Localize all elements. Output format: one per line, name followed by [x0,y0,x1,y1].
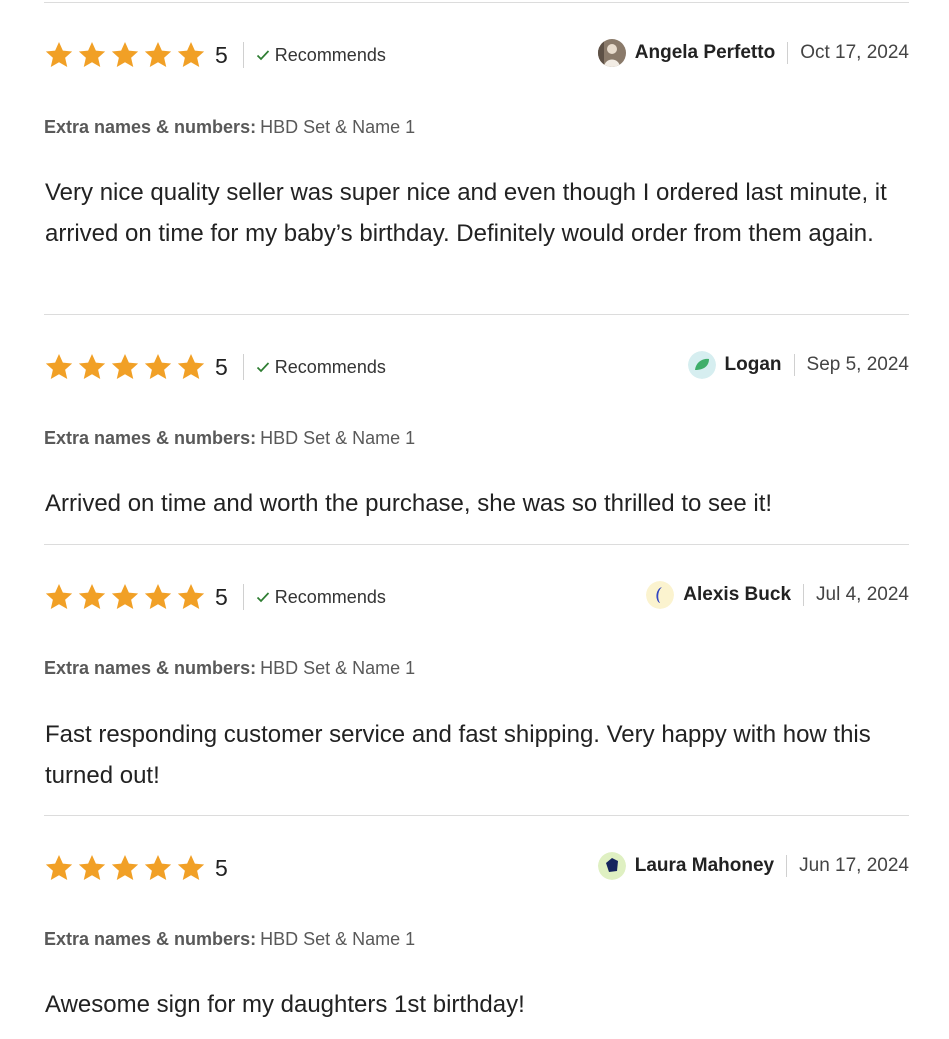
variation-value: HBD Set & Name 1 [260,658,416,678]
review-text: Fast responding customer service and fas… [45,721,871,789]
star-icon [176,352,206,382]
review-text: Awesome sign for my daughters 1st birthd… [45,991,525,1018]
rating-value: 5 [215,353,228,380]
stars [44,582,206,612]
recommends-label: Recommends [274,586,386,607]
variation-label: Extra names & numbers: [44,428,257,448]
star-icon [77,853,107,883]
recommends-badge: Recommends [255,357,386,378]
star-icon [77,582,107,612]
review-divider [44,815,909,816]
review-item: 5 Recommends Logan Sep 5, 2024 Extra nam… [44,351,909,545]
rating-value: 5 [215,41,228,68]
divider [786,855,788,877]
variation-info: Extra names & numbers: HBD Set & Name 1 [44,428,415,449]
review-date: Jun 17, 2024 [799,855,909,876]
variation-info: Extra names & numbers: HBD Set & Name 1 [44,658,415,679]
reviewer-name[interactable]: Alexis Buck [683,584,791,606]
review-meta: Logan Sep 5, 2024 [687,351,909,379]
star-icon [77,352,107,382]
star-icon [44,582,74,612]
variation-value: HBD Set & Name 1 [260,117,416,137]
divider [242,354,244,380]
review-divider [44,544,909,545]
recommends-label: Recommends [274,44,386,65]
check-icon [255,589,271,605]
reviewer-name[interactable]: Angela Perfetto [635,42,775,64]
star-icon [110,352,140,382]
top-divider [44,2,909,3]
review-divider [44,314,909,315]
stars [44,40,206,70]
check-icon [255,47,271,63]
review-date: Oct 17, 2024 [800,42,909,63]
star-icon [176,853,206,883]
star-icon [110,40,140,70]
reviewer-name[interactable]: Logan [725,354,782,376]
star-icon [143,853,173,883]
star-icon [143,40,173,70]
star-rating: 5 Recommends [44,351,386,383]
variation-value: HBD Set & Name 1 [260,929,416,949]
star-icon [143,352,173,382]
star-icon [44,853,74,883]
navy-pentagon-avatar-icon[interactable] [597,852,626,880]
star-icon [77,40,107,70]
star-icon [176,40,206,70]
review-item: 5 Recommends Angela Perfetto Oct 17, 202… [44,39,909,315]
star-rating: 5 Recommends [44,581,386,613]
review-item: 5 Recommends Alexis Buck Jul 4, 2024 Ext… [44,581,909,816]
rating-value: 5 [215,583,228,610]
star-icon [44,352,74,382]
variation-label: Extra names & numbers: [44,929,257,949]
star-icon [176,582,206,612]
recommends-badge: Recommends [255,45,386,66]
star-icon [110,582,140,612]
check-icon [255,359,271,375]
stars [44,853,206,883]
review-item: 5 Laura Mahoney Jun 17, 2024 Extra names… [44,852,909,1032]
recommends-badge: Recommends [255,587,386,608]
review-meta: Alexis Buck Jul 4, 2024 [646,581,909,609]
review-text: Arrived on time and worth the purchase, … [45,490,773,517]
review-meta: Angela Perfetto Oct 17, 2024 [597,39,909,67]
blue-crescent-avatar-icon[interactable] [646,581,675,609]
stars [44,352,206,382]
variation-info: Extra names & numbers: HBD Set & Name 1 [44,117,415,138]
divider [242,42,244,68]
star-rating: 5 [44,852,228,884]
review-meta: Laura Mahoney Jun 17, 2024 [597,852,909,880]
divider [803,584,805,606]
variation-label: Extra names & numbers: [44,658,257,678]
review-text: Very nice quality seller was super nice … [45,179,887,247]
photo-avatar-icon[interactable] [597,39,626,67]
divider [242,584,244,610]
variation-value: HBD Set & Name 1 [260,428,416,448]
rating-value: 5 [215,854,228,881]
review-date: Jul 4, 2024 [816,584,909,605]
divider [793,354,795,376]
star-icon [44,40,74,70]
star-icon [110,853,140,883]
variation-info: Extra names & numbers: HBD Set & Name 1 [44,929,415,950]
divider [787,42,789,64]
review-date: Sep 5, 2024 [806,354,909,375]
reviewer-name[interactable]: Laura Mahoney [635,855,774,877]
star-rating: 5 Recommends [44,39,386,71]
recommends-label: Recommends [274,356,386,377]
variation-label: Extra names & numbers: [44,117,257,137]
star-icon [143,582,173,612]
green-leaf-avatar-icon[interactable] [687,351,716,379]
